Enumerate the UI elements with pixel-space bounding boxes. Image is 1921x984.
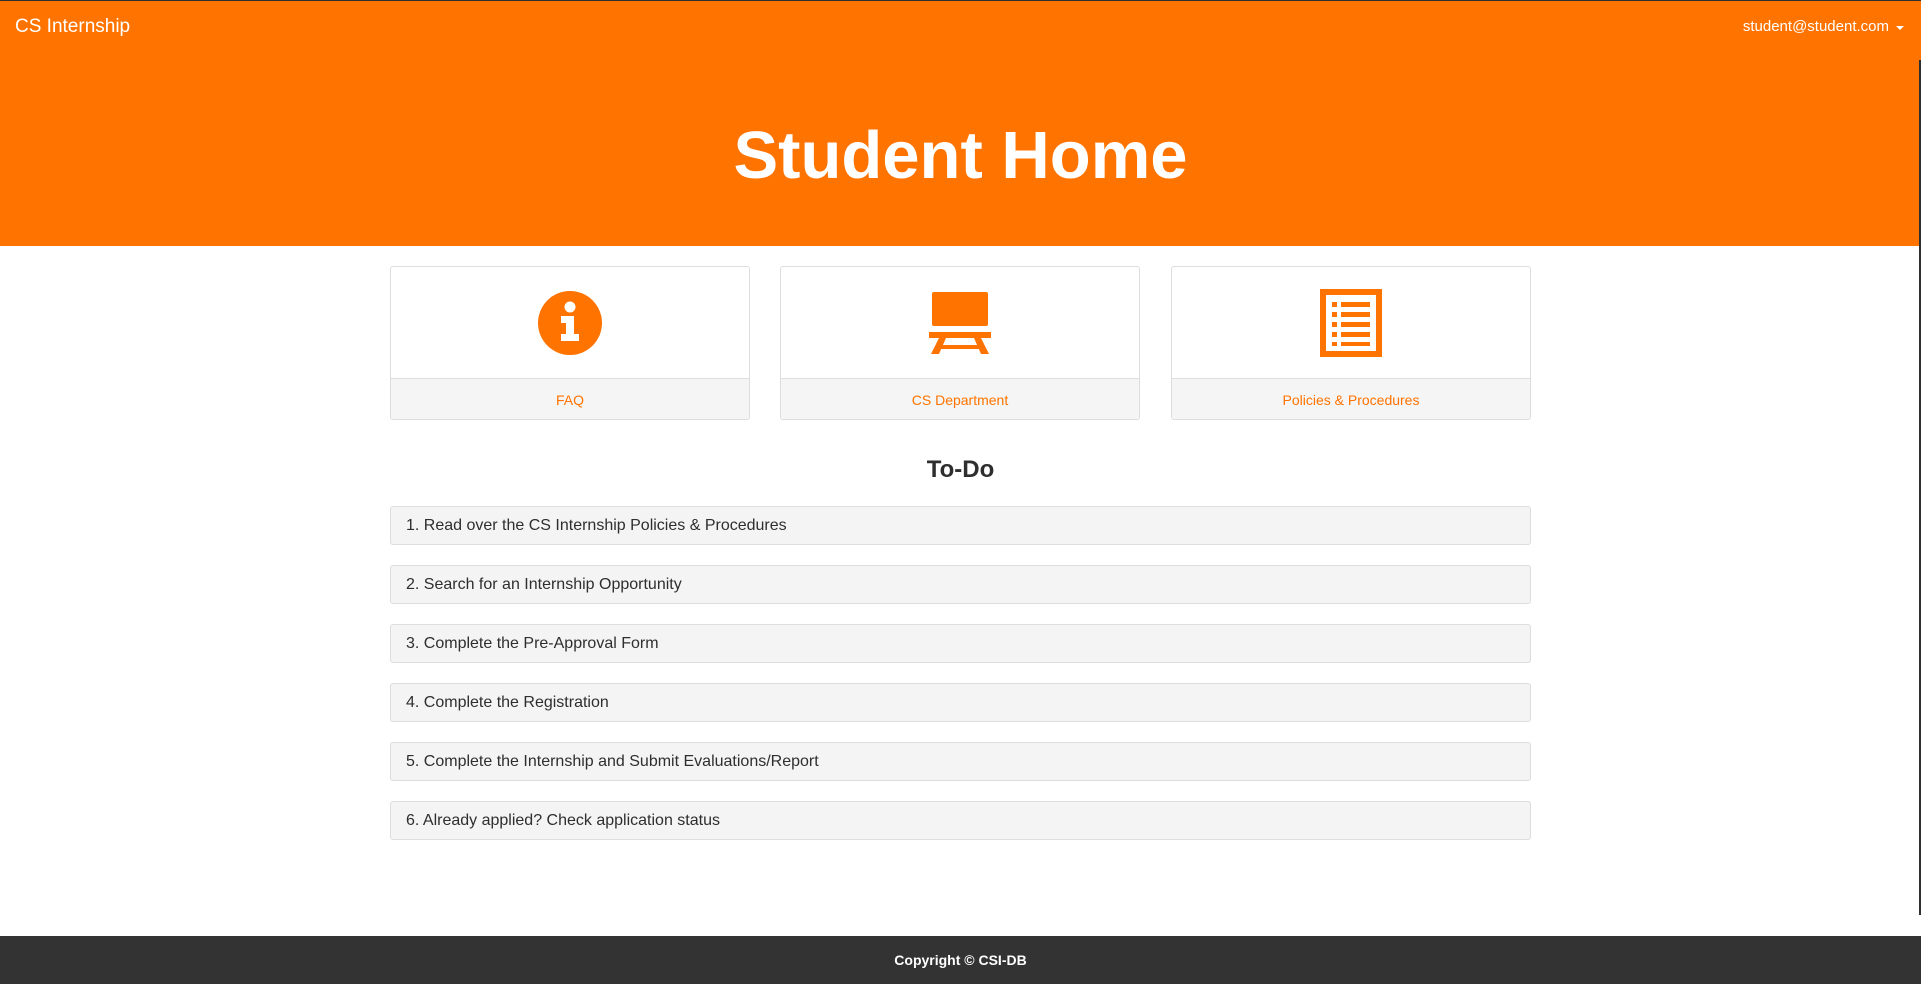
page-footer: Copyright © CSI-DB [0, 936, 1921, 984]
todo-item-search[interactable]: 2. Search for an Internship Opportunity [390, 565, 1531, 604]
cs-department-card[interactable]: CS Department [780, 266, 1140, 420]
easel-board-icon [781, 267, 1139, 378]
todo-item-pre-approval[interactable]: 3. Complete the Pre-Approval Form [390, 624, 1531, 663]
faq-card[interactable]: FAQ [390, 266, 750, 420]
policies-card[interactable]: Policies & Procedures [1171, 266, 1531, 420]
todo-item-policies[interactable]: 1. Read over the CS Internship Policies … [390, 506, 1531, 545]
todo-item-evaluations[interactable]: 5. Complete the Internship and Submit Ev… [390, 742, 1531, 781]
user-email: student@student.com [1742, 18, 1889, 35]
brand-link[interactable]: CS Internship [15, 16, 130, 38]
copyright-text: Copyright © CSI-DB [894, 952, 1027, 968]
todo-heading: To-Do [926, 456, 995, 483]
todo-item-registration[interactable]: 4. Complete the Registration [390, 683, 1531, 722]
user-menu-dropdown[interactable]: student@student.com [1743, 18, 1904, 35]
hero-header: CS Internship student@student.com Studen… [0, 0, 1921, 246]
caret-down-icon [1896, 25, 1904, 30]
info-circle-icon [391, 267, 749, 378]
page-title: Student Home [733, 118, 1188, 193]
page: CS Internship student@student.com Studen… [0, 0, 1921, 984]
policies-card-label: Policies & Procedures [1172, 378, 1530, 419]
cs-department-card-label: CS Department [781, 378, 1139, 419]
todo-item-status[interactable]: 6. Already applied? Check application st… [390, 801, 1531, 840]
document-list-icon [1172, 267, 1530, 378]
quick-links: FAQ CS Department Policies & Procedures [390, 266, 1531, 420]
faq-card-label: FAQ [391, 378, 749, 419]
